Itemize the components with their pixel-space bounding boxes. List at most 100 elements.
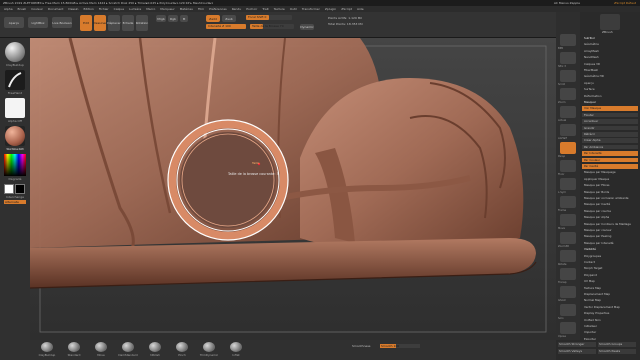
main-color-swatch[interactable] [4, 184, 14, 194]
tool-palette-item[interactable]: Géométrie HD [582, 74, 638, 79]
tool-palette-item[interactable]: Masquer [582, 100, 638, 105]
menu-item[interactable]: Fichier [99, 7, 109, 11]
dynamic-button[interactable]: Dynamic [300, 24, 314, 30]
z-intensity-slider[interactable]: Intensité Z 100 [206, 24, 246, 29]
live-boolean-button[interactable]: Live Boolean [52, 17, 72, 28]
tool-palette-item[interactable]: Surface [582, 87, 638, 92]
tool-palette-item[interactable]: Voir Masque [582, 106, 638, 111]
tool-palette-item[interactable]: Texture Map [582, 286, 638, 291]
menu-item[interactable]: Pochoir [246, 7, 257, 11]
title-center[interactable]: AC Menus Zapple [554, 1, 580, 5]
canvas-viewport[interactable]: Taille Taille de la brosse courante: 5 [30, 38, 556, 340]
brush-shelf-icon[interactable] [122, 342, 134, 352]
tool-palette-item[interactable]: Normal Map [582, 298, 638, 303]
tool-palette-item[interactable]: Displacement Map [582, 292, 638, 297]
alternate-button[interactable]: Alternate [4, 200, 26, 204]
actual-button[interactable] [560, 106, 576, 118]
tool-palette-item[interactable]: SubTool [582, 36, 638, 41]
menu-item[interactable]: Préférences [209, 7, 227, 11]
tool-palette-item[interactable]: Display Properties [582, 311, 638, 316]
brush-shelf-icon[interactable] [68, 342, 80, 352]
menu-item[interactable]: Macro [146, 7, 155, 11]
tool-palette-item[interactable]: UV Map [582, 279, 638, 284]
brush-shelf-icon[interactable] [203, 342, 215, 352]
tool-palette-item[interactable]: Rétrécir [582, 132, 638, 137]
scale-button[interactable]: Echelle [122, 15, 134, 31]
zsub-button[interactable]: Zsub [222, 15, 236, 22]
stroke-icon[interactable] [5, 70, 25, 90]
brush-icon[interactable] [5, 42, 25, 62]
smooth-stronger-button[interactable]: Smooth Stronger [558, 342, 596, 347]
tool-palette-item[interactable]: Polypaint [582, 273, 638, 278]
smooth-peaks-button[interactable]: Smooth Peaks [598, 349, 636, 354]
menu-item[interactable]: Texture [274, 7, 285, 11]
rgb-button[interactable]: Rgb [168, 15, 178, 22]
color-picker[interactable] [4, 154, 26, 176]
tool-palette-item[interactable]: Par Intensité [582, 151, 638, 156]
tool-palette-item[interactable]: Grandir [582, 125, 638, 131]
menu-item[interactable]: Aide [357, 7, 364, 11]
move-button[interactable]: Déplacer [107, 15, 121, 31]
tool-palette-item[interactable]: Masque par courbe [582, 209, 638, 214]
menu-item[interactable]: Couleur [31, 7, 43, 11]
solo-button[interactable] [560, 304, 576, 316]
tool-palette-item[interactable]: Masque par Masquage [582, 170, 638, 175]
smooth-valleys-button[interactable]: Smooth Valleys [558, 349, 596, 354]
m-button[interactable]: M [180, 15, 188, 22]
brush-shelf-icon[interactable] [176, 342, 188, 352]
tool-palette-item[interactable]: Vector Displacement Map [582, 305, 638, 310]
tool-palette-item[interactable]: Masque par Bords [582, 190, 638, 195]
menu-item[interactable]: Dessin [68, 7, 78, 11]
move-view-button[interactable] [560, 214, 576, 226]
alpha-icon[interactable] [5, 98, 25, 118]
menu-item[interactable]: Alpha [4, 7, 13, 11]
persp-button[interactable] [560, 142, 576, 154]
user-avatar[interactable] [600, 14, 620, 30]
brush-shelf-icon[interactable] [230, 342, 242, 352]
tool-palette-item[interactable]: Par Cavité [582, 164, 638, 169]
frame-button[interactable] [560, 196, 576, 208]
tool-palette-item[interactable]: Par Ambiance [582, 144, 638, 150]
menu-item[interactable]: Lumière [129, 7, 141, 11]
tool-palette-item[interactable]: Masque par occlusion ambiante [582, 196, 638, 201]
tool-palette-item[interactable]: Masque par Cavité [582, 202, 638, 207]
preview-button[interactable]: Aperçu [4, 17, 24, 28]
zoom3d-button[interactable] [560, 232, 576, 244]
tool-palette-item[interactable]: Appliquer Masque [582, 177, 638, 182]
tool-palette-item[interactable]: Masque par Intensité [582, 241, 638, 246]
menu-item[interactable]: Transformer [302, 7, 320, 11]
tool-palette-item[interactable]: Masque par Alpha [582, 215, 638, 220]
brush-shelf-icon[interactable] [149, 342, 161, 352]
spix-button[interactable] [560, 52, 576, 64]
menu-item[interactable]: Edition [83, 7, 93, 11]
tool-palette-item[interactable]: Par Couleur [582, 157, 638, 163]
tool-palette-item[interactable]: NanoMesh [582, 55, 638, 60]
floor-button[interactable] [560, 160, 576, 172]
tool-palette-item[interactable]: Créer Alpha [582, 138, 638, 143]
menu-item[interactable]: Outil [290, 7, 297, 11]
xpose-button[interactable] [560, 322, 576, 334]
tool-palette-item[interactable]: ArrayMesh [582, 49, 638, 54]
tool-palette-item[interactable]: Initialiser [582, 324, 638, 329]
tool-palette-item[interactable]: Unified Skin [582, 318, 638, 323]
tool-palette-item[interactable]: FiberMesh [582, 68, 638, 73]
tool-palette-item[interactable]: Polygroupes [582, 254, 638, 259]
rotate-button[interactable]: Rotation [136, 15, 148, 31]
material-icon[interactable] [5, 126, 25, 146]
tool-palette-item[interactable]: Contact [582, 260, 638, 265]
rotate-view-button[interactable] [560, 250, 576, 262]
brush-shelf-icon[interactable] [95, 342, 107, 352]
tool-palette-item[interactable]: Importer [582, 330, 638, 335]
menu-item[interactable]: Calque [114, 7, 124, 11]
tool-palette-item[interactable]: Masque par Fibres [582, 183, 638, 188]
menu-item[interactable]: Film [198, 7, 204, 11]
zoom-button[interactable] [560, 88, 576, 100]
mrgb-button[interactable]: Mrgb [156, 15, 166, 22]
scroll-button[interactable] [560, 70, 576, 82]
aahalf-button[interactable] [560, 124, 576, 136]
draw-size-slider[interactable]: Taille de la Brosse 70 [250, 24, 294, 29]
lsym-button[interactable] [560, 178, 576, 190]
menu-item[interactable]: ZScript [341, 7, 352, 11]
transp-button[interactable] [560, 268, 576, 280]
bpr-button[interactable] [560, 34, 576, 46]
